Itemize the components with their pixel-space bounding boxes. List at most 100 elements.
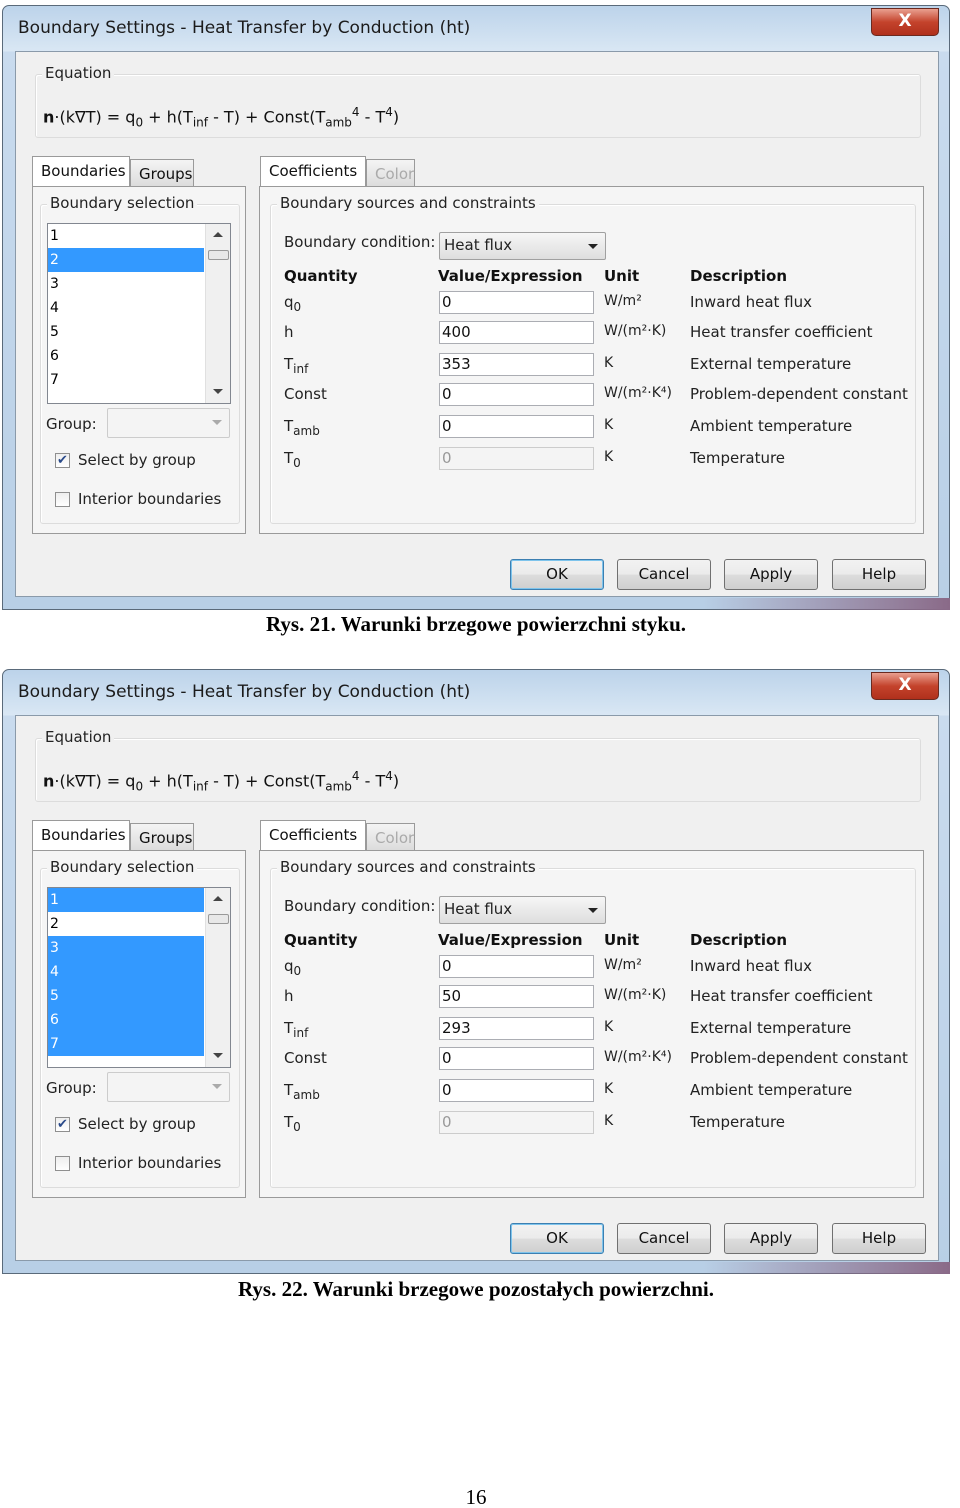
description-label: Ambient temperature bbox=[690, 1081, 853, 1099]
select-by-group-checkbox[interactable]: ✔ bbox=[55, 453, 70, 468]
value-input[interactable]: 293 bbox=[439, 1017, 594, 1040]
quantity-subscript: 0 bbox=[293, 300, 302, 314]
quantity-subscript: 0 bbox=[293, 1120, 301, 1134]
boundary-selection-label: Boundary selection bbox=[47, 858, 198, 876]
quantity-label: h bbox=[284, 987, 294, 1008]
quantity-subscript: amb bbox=[293, 424, 320, 438]
chevron-down-icon bbox=[212, 1084, 222, 1089]
value-input[interactable]: 0 bbox=[439, 1047, 594, 1070]
tab-color[interactable]: Color bbox=[366, 159, 415, 186]
equation-part: 4 bbox=[351, 769, 360, 783]
value-input[interactable]: 50 bbox=[439, 985, 594, 1008]
boundary-condition-dropdown[interactable]: Heat flux bbox=[439, 896, 606, 924]
quantity-subscript: inf bbox=[293, 1026, 309, 1040]
quantity-label: Const bbox=[284, 1049, 327, 1070]
value-input[interactable]: 400 bbox=[439, 321, 594, 344]
scrollbar-thumb[interactable] bbox=[208, 914, 229, 924]
equation-part: amb bbox=[325, 779, 352, 794]
quantity-symbol: T bbox=[284, 355, 294, 373]
boundary-list-item[interactable]: 1 bbox=[48, 224, 204, 248]
quantity-symbol: h bbox=[284, 987, 294, 1005]
apply-button[interactable]: Apply bbox=[724, 559, 818, 590]
column-header: Quantity bbox=[284, 931, 358, 949]
boundary-list-item[interactable]: 3 bbox=[48, 272, 204, 296]
value-input[interactable]: 0 bbox=[439, 415, 594, 438]
group-dropdown[interactable] bbox=[107, 408, 230, 438]
equation-part: 4 bbox=[351, 105, 360, 119]
boundary-list-item[interactable]: 5 bbox=[48, 984, 204, 1008]
figure-caption: Rys. 22. Warunki brzegowe pozostałych po… bbox=[237, 1277, 715, 1301]
tab-groups[interactable]: Groups bbox=[130, 159, 194, 186]
help-button[interactable]: Help bbox=[832, 1223, 926, 1254]
cancel-button[interactable]: Cancel bbox=[617, 559, 711, 590]
unit-label: K bbox=[604, 1081, 614, 1097]
list-scrollbar[interactable] bbox=[205, 888, 230, 1067]
description-label: Problem-dependent constant bbox=[690, 385, 908, 403]
quantity-label: q0 bbox=[284, 957, 301, 978]
tab-groups[interactable]: Groups bbox=[130, 823, 194, 850]
group-dropdown[interactable] bbox=[107, 1072, 230, 1102]
quantity-label: Tinf bbox=[284, 1019, 308, 1040]
scroll-up-icon[interactable] bbox=[213, 896, 223, 901]
help-button[interactable]: Help bbox=[832, 559, 926, 590]
boundary-list-item[interactable]: 4 bbox=[48, 960, 204, 984]
interior-boundaries-checkbox[interactable] bbox=[55, 1156, 70, 1171]
boundary-list[interactable]: 1234567 bbox=[47, 223, 231, 404]
list-scrollbar[interactable] bbox=[205, 224, 230, 403]
boundary-list-item[interactable]: 7 bbox=[48, 1032, 204, 1056]
quantity-subscript: 0 bbox=[293, 456, 301, 470]
boundary-list[interactable]: 1234567 bbox=[47, 887, 231, 1068]
boundary-selection-group: Boundary selection 1234567 Group: ✔ Sele… bbox=[40, 858, 240, 1188]
value-input[interactable]: 0 bbox=[439, 1079, 594, 1102]
description-label: External temperature bbox=[690, 355, 852, 373]
column-header: Unit bbox=[604, 267, 640, 285]
value-input[interactable]: 0 bbox=[439, 955, 594, 978]
close-button[interactable]: X bbox=[871, 672, 939, 700]
scroll-down-icon[interactable] bbox=[213, 389, 223, 394]
ok-button[interactable]: OK bbox=[510, 1223, 604, 1254]
scroll-up-icon[interactable] bbox=[213, 232, 223, 237]
interior-boundaries-checkbox[interactable] bbox=[55, 492, 70, 507]
tab-coefficients[interactable]: Coefficients bbox=[260, 156, 366, 186]
tab-boundaries[interactable]: Boundaries bbox=[32, 820, 130, 850]
apply-button[interactable]: Apply bbox=[724, 1223, 818, 1254]
boundary-list-item[interactable]: 1 bbox=[48, 888, 204, 912]
close-button[interactable]: X bbox=[871, 8, 939, 36]
equation-part: 4 bbox=[385, 105, 393, 119]
scroll-down-icon[interactable] bbox=[213, 1053, 223, 1058]
boundary-settings-dialog: Boundary Settings - Heat Transfer by Con… bbox=[2, 669, 950, 1274]
value-input[interactable]: 353 bbox=[439, 353, 594, 376]
quantity-subscript: inf bbox=[293, 362, 309, 376]
select-by-group-checkbox[interactable]: ✔ bbox=[55, 1117, 70, 1132]
scrollbar-thumb[interactable] bbox=[208, 250, 229, 260]
equation-part: n bbox=[43, 107, 55, 127]
boundary-sources-label: Boundary sources and constraints bbox=[277, 858, 539, 876]
equation-part: inf bbox=[192, 115, 208, 130]
boundary-list-item[interactable]: 4 bbox=[48, 296, 204, 320]
tab-coefficients[interactable]: Coefficients bbox=[260, 820, 366, 850]
cancel-button[interactable]: Cancel bbox=[617, 1223, 711, 1254]
figure-caption: Rys. 21. Warunki brzegowe powierzchni st… bbox=[265, 612, 687, 636]
tab-boundaries[interactable]: Boundaries bbox=[32, 156, 130, 186]
boundary-list-item[interactable]: 2 bbox=[48, 912, 204, 936]
value-input[interactable]: 0 bbox=[439, 383, 594, 406]
equation-part: inf bbox=[192, 779, 208, 794]
boundary-list-item[interactable]: 6 bbox=[48, 344, 204, 368]
boundary-condition-value: Heat flux bbox=[444, 236, 513, 254]
boundary-list-item[interactable]: 2 bbox=[48, 248, 204, 272]
boundary-condition-dropdown[interactable]: Heat flux bbox=[439, 232, 606, 260]
tab-color[interactable]: Color bbox=[366, 823, 415, 850]
value-input[interactable]: 0 bbox=[439, 291, 594, 314]
boundary-selection-label: Boundary selection bbox=[47, 194, 198, 212]
interior-boundaries-label: Interior boundaries bbox=[78, 490, 222, 508]
quantity-symbol: T bbox=[284, 1081, 294, 1099]
boundary-selection-group: Boundary selection 1234567 Group: ✔ Sele… bbox=[40, 194, 240, 524]
ok-button[interactable]: OK bbox=[510, 559, 604, 590]
boundary-list-item[interactable]: 7 bbox=[48, 368, 204, 392]
boundary-list-item[interactable]: 5 bbox=[48, 320, 204, 344]
boundary-list-item[interactable]: 6 bbox=[48, 1008, 204, 1032]
unit-label: K bbox=[604, 355, 614, 371]
boundary-list-item[interactable]: 3 bbox=[48, 936, 204, 960]
quantity-symbol: T bbox=[284, 417, 294, 435]
equation: n·(k∇T) = q0 + h(Tinf - T) + Const(Tamb4… bbox=[43, 769, 399, 794]
